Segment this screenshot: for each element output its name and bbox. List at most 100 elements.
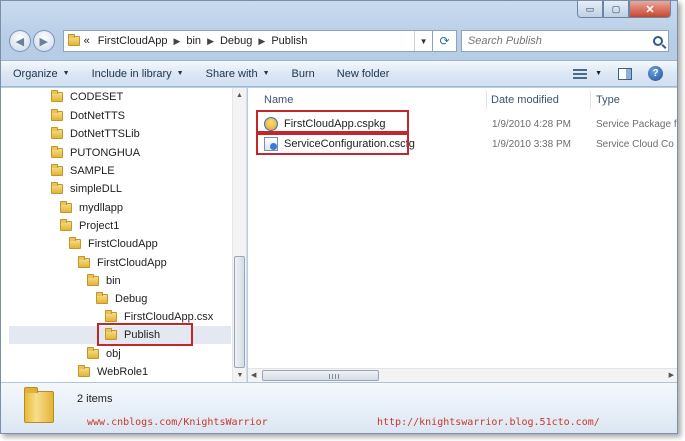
toolbar-right: ▼ ? [557,66,663,81]
scroll-up-icon[interactable]: ▲ [233,88,246,102]
tree-item-label: SAMPLE [70,165,115,177]
folder-icon [67,34,80,46]
breadcrumb-separator-icon[interactable]: ▶ [207,36,214,47]
folder-icon [78,256,90,268]
chevron-down-icon: ▼ [176,70,184,77]
highlight-box [256,133,409,155]
watermark-left: www.cnblogs.com/KnightsWarrior [87,417,268,428]
tree-item-simpledll[interactable]: simpleDLL [51,180,122,198]
address-dropdown-icon[interactable]: ▼ [414,31,432,51]
folder-icon [51,164,63,176]
tree-item-label: Project1 [79,220,120,232]
column-header-name[interactable]: Name [264,88,293,112]
new-folder-button[interactable]: New folder [337,68,390,80]
folder-icon [51,182,63,194]
search-icon[interactable] [653,36,663,46]
tree-item-codeset[interactable]: CODESET [51,88,123,106]
breadcrumb-publish[interactable]: Publish [271,35,307,47]
scroll-down-icon[interactable]: ▼ [233,368,246,382]
organize-button[interactable]: Organize ▼ [13,68,70,80]
tree-item-putonghua[interactable]: PUTONGHUA [51,144,140,162]
item-count: 2 items [77,393,113,405]
include-in-library-button[interactable]: Include in library ▼ [92,68,184,80]
column-header-date-modified[interactable]: Date modified [491,88,559,112]
column-divider[interactable] [590,91,591,109]
tree-item-label: mydllapp [79,202,124,214]
tree-item-firstcloudapp-outer[interactable]: FirstCloudApp [69,235,158,253]
breadcrumb-firstcloudapp[interactable]: FirstCloudApp [98,35,168,47]
tree-item-dotnettts[interactable]: DotNetTTS [51,107,125,125]
grip-icon [329,374,341,379]
tree-item-label: FirstCloudApp [97,257,167,269]
tree-item-webrole1[interactable]: WebRole1 [78,363,148,381]
breadcrumb-separator-icon[interactable]: ▶ [258,36,265,47]
share-with-button[interactable]: Share with ▼ [206,68,270,80]
search-input[interactable] [467,35,638,47]
tree-item-bin[interactable]: bin [87,272,121,290]
include-in-library-label: Include in library [91,67,172,80]
tree-item-sample[interactable]: SAMPLE [51,162,115,180]
views-icon [573,68,588,79]
burn-label: Burn [291,67,315,80]
close-icon: ✕ [645,3,655,16]
folder-icon [51,109,63,121]
refresh-icon: ⟳ [439,34,450,48]
scrollbar-thumb[interactable] [262,370,379,381]
tree-item-obj[interactable]: obj [87,345,121,363]
minimize-button[interactable]: ▭ [577,1,603,18]
tree-item-mydllapp[interactable]: mydllapp [60,199,123,217]
tree-item-label: PUTONGHUA [70,147,141,159]
column-header-type[interactable]: Type [596,88,620,112]
forward-arrow-icon: ▶ [39,35,48,48]
scroll-left-icon[interactable]: ◀ [251,371,256,379]
chevron-down-icon: ▼ [262,70,270,77]
file-type: Service Cloud Co [596,139,674,150]
folder-icon [78,365,90,377]
tree-item-label: DotNetTTS [70,110,126,122]
column-divider[interactable] [486,91,487,109]
folder-large-icon [24,387,54,423]
tree-item-label: DotNetTTSLib [70,128,140,140]
folder-icon [51,146,63,158]
breadcrumb-debug[interactable]: Debug [220,35,252,47]
search-box[interactable] [460,30,669,52]
file-type: Service Package fi [596,119,677,130]
close-button[interactable]: ✕ [629,1,671,18]
folder-icon [60,201,72,213]
breadcrumb-overflow[interactable]: « [84,35,90,47]
help-icon[interactable]: ? [648,66,663,81]
maximize-button[interactable]: ▢ [603,1,629,18]
preview-pane-icon[interactable] [618,67,632,80]
file-list-scrollbar[interactable]: ◀ ▶ [248,368,677,382]
tree-item-dotnetttslib[interactable]: DotNetTTSLib [51,125,140,143]
highlight-box [256,110,409,133]
tree-scrollbar[interactable]: ▲ ▼ [232,88,246,382]
tree-item-label: WebRole1 [97,366,149,378]
breadcrumb-bin[interactable]: bin [186,35,201,47]
tree-item-label: CODESET [70,91,124,103]
maximize-icon: ▢ [611,3,621,14]
organize-label: Organize [13,67,58,80]
share-with-label: Share with [205,67,258,80]
tree-item-firstcloudapp-inner[interactable]: FirstCloudApp [78,254,167,272]
burn-button[interactable]: Burn [292,68,315,80]
tree-item-debug[interactable]: Debug [96,290,147,308]
change-view-button[interactable]: ▼ [573,68,602,79]
back-arrow-icon: ◀ [15,35,25,48]
refresh-button[interactable]: ⟳ [433,30,457,52]
address-bar[interactable]: « FirstCloudApp ▶ bin ▶ Debug ▶ Publish … [62,30,434,52]
tree-item-project1[interactable]: Project1 [60,217,119,235]
details-pane: 2 items www.cnblogs.com/KnightsWarrior h… [1,382,677,433]
scroll-right-icon[interactable]: ▶ [669,371,674,379]
breadcrumb-separator-icon[interactable]: ▶ [173,36,180,47]
command-toolbar: Organize ▼ Include in library ▼ Share with… [1,60,677,87]
tree-item-label: bin [106,275,121,287]
explorer-window: ▭ ▢ ✕ ◀ ▶ « FirstCloudApp ▶ bin ▶ Debug … [0,0,678,434]
back-button[interactable]: ◀ [9,30,31,52]
scrollbar-thumb[interactable] [234,256,245,368]
watermark-right: http://knightswarrior.blog.51cto.com/ [377,417,600,428]
forward-button[interactable]: ▶ [32,30,55,52]
chevron-down-icon: ▼ [62,70,70,77]
tree-item-label: simpleDLL [70,183,122,195]
caption-buttons: ▭ ▢ ✕ [577,1,671,18]
